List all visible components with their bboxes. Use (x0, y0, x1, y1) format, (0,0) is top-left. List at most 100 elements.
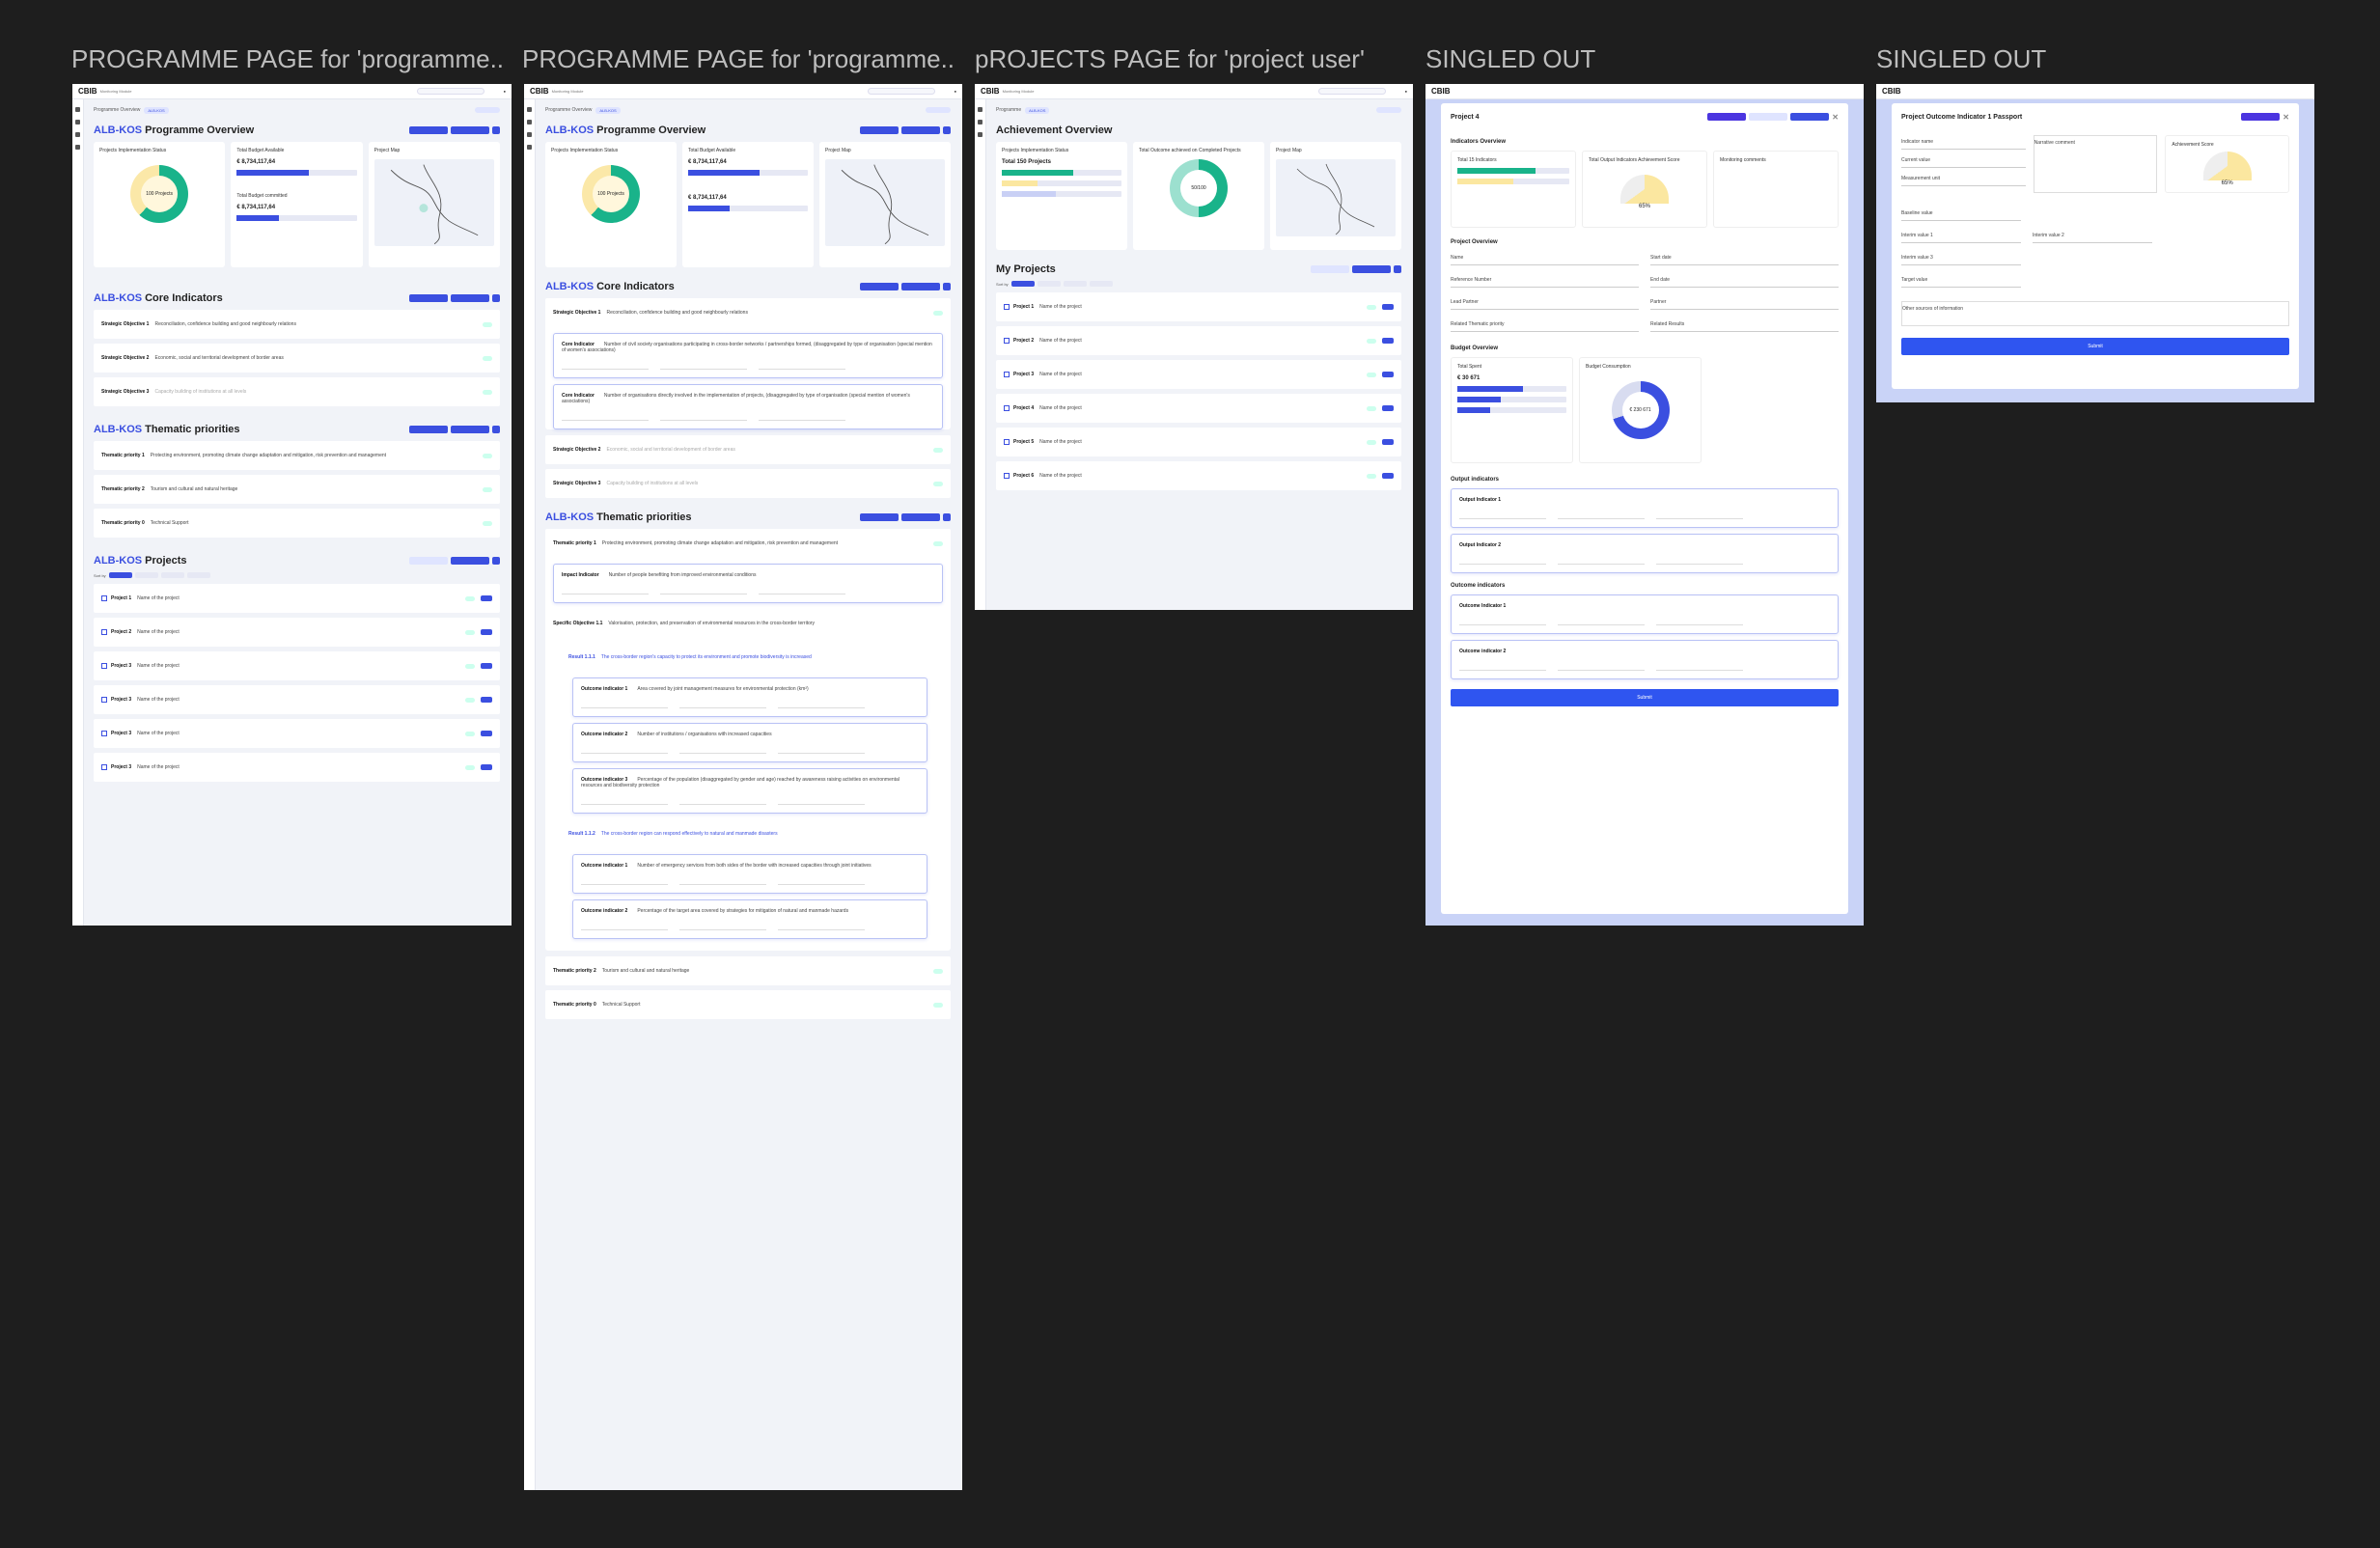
project-row[interactable]: Project 4 Name of the project (996, 394, 1401, 423)
specific-objective-row[interactable]: Specific Objective 1.1 Valorisation, prot… (545, 609, 951, 638)
interim-1-field[interactable]: Interim value 1 (1901, 229, 2021, 243)
grid-icon[interactable] (75, 120, 80, 124)
core-indicator-card[interactable]: Core Indicator Number of civil society or… (553, 333, 943, 378)
submit-button[interactable]: Submit (1451, 689, 1839, 706)
report-button[interactable] (409, 126, 448, 134)
home-icon[interactable] (978, 107, 982, 112)
priority-row[interactable]: Thematic priority 1 Protecting environmen… (94, 441, 500, 470)
view-icon[interactable] (1382, 304, 1394, 310)
export-button[interactable] (451, 426, 489, 433)
project-map[interactable] (374, 159, 494, 246)
download-button[interactable] (1394, 265, 1401, 273)
current-value-field[interactable]: Current value (1901, 153, 2026, 168)
outcome-indicator-card[interactable]: Outcome indicator 2 (1451, 640, 1839, 679)
settings-icon[interactable] (527, 145, 532, 150)
programme-pill[interactable]: ALB-KOS (144, 106, 169, 114)
download-button[interactable] (943, 126, 951, 134)
breadcrumb-item[interactable]: Programme Overview (94, 107, 140, 113)
project-row[interactable]: Project 3 Name of the project (94, 753, 500, 782)
app-logo[interactable]: CBIB (1882, 87, 1901, 96)
objective-row[interactable]: Strategic Objective 2 Economic, social an… (545, 435, 951, 464)
name-field[interactable]: Name (1451, 251, 1639, 265)
view-toggle[interactable] (1376, 107, 1401, 113)
export-button[interactable] (451, 294, 489, 302)
sort-chip[interactable] (134, 572, 158, 578)
outcome-indicator-card[interactable]: Outcome indicator 2 Percentage of the tar… (572, 899, 927, 939)
view-icon[interactable] (1382, 338, 1394, 344)
objective-row[interactable]: Strategic Objective 3 Capacity building o… (545, 469, 951, 498)
breadcrumb-item[interactable]: Programme (996, 107, 1021, 113)
report-button[interactable] (1790, 113, 1830, 121)
narrative-field[interactable]: Narrative comment (2033, 135, 2158, 193)
report-button[interactable] (409, 426, 448, 433)
download-button[interactable] (492, 294, 500, 302)
target-value-field[interactable]: Target value (1901, 273, 2021, 288)
management-button[interactable] (1707, 113, 1747, 121)
download-button[interactable] (943, 283, 951, 290)
project-row[interactable]: Project 2 Name of the project (94, 618, 500, 647)
objective-row[interactable]: Strategic Objective 2 Economic, social an… (94, 344, 500, 373)
thematic-priority-field[interactable]: Related Thematic priority (1451, 318, 1639, 332)
result-row[interactable]: Result 1.1.1 The cross-border region's ca… (561, 643, 951, 672)
filters-button[interactable] (1311, 265, 1349, 273)
close-icon[interactable]: ✕ (1832, 113, 1839, 122)
indicator-name-field[interactable]: Indicator name (1901, 135, 2026, 150)
priority-row[interactable]: Thematic priority 0 Technical Support (94, 509, 500, 538)
sort-chip[interactable] (1063, 281, 1087, 287)
settings-icon[interactable] (75, 145, 80, 150)
project-map[interactable] (1276, 159, 1396, 236)
app-logo[interactable]: CBIB (530, 87, 549, 96)
chart-icon[interactable] (75, 132, 80, 137)
project-row[interactable]: Project 1 Name of the project (996, 292, 1401, 321)
project-row[interactable]: Project 1 Name of the project (94, 584, 500, 613)
app-logo[interactable]: CBIB (981, 87, 1000, 96)
priority-row[interactable]: Thematic priority 2 Tourism and cultural … (545, 956, 951, 985)
priority-row[interactable]: Thematic priority 1 Protecting environmen… (545, 529, 951, 558)
interim-3-field[interactable]: Interim value 3 (1901, 251, 2021, 265)
view-icon[interactable] (1382, 473, 1394, 479)
project-row[interactable]: Project 3 Name of the project (996, 360, 1401, 389)
home-icon[interactable] (75, 107, 80, 112)
export-button[interactable] (901, 283, 940, 290)
project-row[interactable]: Project 5 Name of the project (996, 428, 1401, 456)
outcome-indicator-card[interactable]: Outcome indicator 3 Percentage of the pop… (572, 768, 927, 814)
sort-chip[interactable] (1089, 281, 1113, 287)
management-button[interactable] (2241, 113, 2281, 121)
sort-chip[interactable] (1010, 281, 1035, 287)
sort-chip[interactable] (186, 572, 210, 578)
reference-field[interactable]: Reference Number (1451, 273, 1639, 288)
user-menu[interactable]: ● (504, 89, 506, 94)
export-button[interactable] (901, 513, 940, 521)
user-menu[interactable]: ● (955, 89, 956, 94)
report-button[interactable] (860, 513, 899, 521)
report-button[interactable] (1352, 265, 1391, 273)
priority-row[interactable]: Thematic priority 0 Technical Support (545, 990, 951, 1019)
filters-button[interactable] (409, 557, 448, 565)
download-button[interactable] (492, 557, 500, 565)
view-toggle[interactable] (475, 107, 500, 113)
view-icon[interactable] (1382, 372, 1394, 377)
view-icon[interactable] (1382, 405, 1394, 411)
view-icon[interactable] (1382, 439, 1394, 445)
lead-partner-field[interactable]: Lead Partner (1451, 295, 1639, 310)
outcome-indicator-card[interactable]: Outcome indicator 2 Number of institution… (572, 723, 927, 762)
output-indicator-card[interactable]: Output Indicator 1 (1451, 488, 1839, 528)
close-icon[interactable]: ✕ (2283, 113, 2289, 122)
project-row[interactable]: Project 2 Name of the project (996, 326, 1401, 355)
download-button[interactable] (943, 513, 951, 521)
breadcrumb-item[interactable]: Programme Overview (545, 107, 592, 113)
user-menu[interactable]: ● (1405, 89, 1407, 94)
project-row[interactable]: Project 3 Name of the project (94, 651, 500, 680)
project-map[interactable] (825, 159, 945, 246)
measurement-unit-field[interactable]: Measurement unit (1901, 172, 2026, 186)
programme-pill[interactable]: ALB-KOS (595, 106, 621, 114)
search-input[interactable] (416, 88, 484, 95)
home-icon[interactable] (527, 107, 532, 112)
impact-indicator-card[interactable]: Impact Indicator Number of people benefit… (553, 564, 943, 603)
sources-field[interactable]: Other sources of information (1901, 301, 2289, 326)
download-button[interactable] (492, 426, 500, 433)
view-icon[interactable] (481, 764, 492, 770)
sort-chip[interactable] (160, 572, 184, 578)
interim-2-field[interactable]: Interim value 2 (2033, 229, 2152, 243)
grid-icon[interactable] (978, 120, 982, 124)
